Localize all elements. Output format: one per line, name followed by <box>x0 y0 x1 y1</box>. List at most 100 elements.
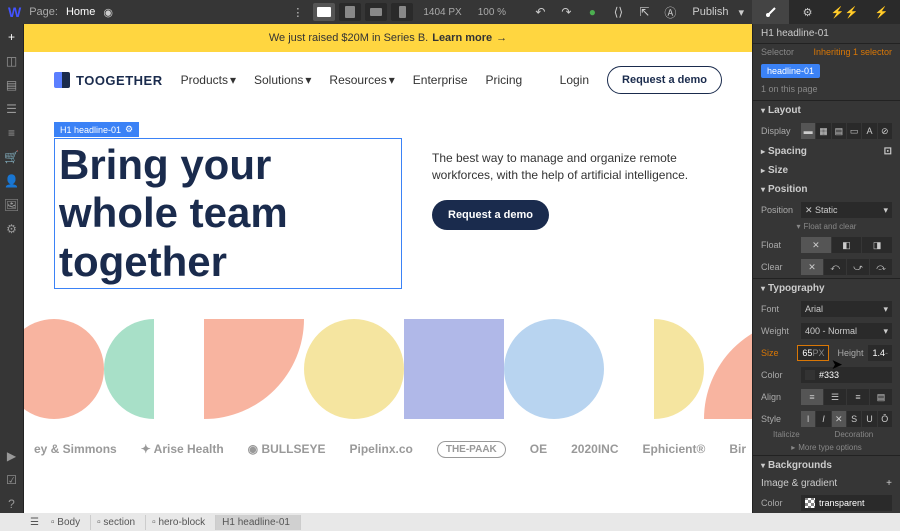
font-size-input[interactable]: 65PX <box>797 345 829 361</box>
headline-01[interactable]: Bring your whole team together <box>54 138 402 289</box>
weight-select[interactable]: 400 - Normal▾ <box>801 323 892 339</box>
float-right-button[interactable]: ◨ <box>862 237 892 253</box>
logo-text: TOOGETHER <box>76 73 163 88</box>
align-right-button[interactable]: ≡ <box>847 389 869 405</box>
more-icon[interactable]: ⋮ <box>286 6 309 19</box>
settings-icon[interactable]: ⚙ <box>3 220 21 238</box>
decoration-overline-button[interactable]: Ō <box>878 411 892 427</box>
request-demo-hero-button[interactable]: Request a demo <box>432 200 549 230</box>
eye-icon[interactable]: ◉ <box>103 6 113 19</box>
position-select[interactable]: ✕ Static▾ <box>801 202 892 218</box>
hero-block[interactable]: H1 headline-01 ⚙ Bring your whole team t… <box>24 108 752 299</box>
site-logo[interactable]: TOOGETHER <box>54 72 163 88</box>
canvas[interactable]: We just raised $20M in Series B. Learn m… <box>24 24 752 513</box>
nav-resources[interactable]: Resources ▾ <box>329 73 394 87</box>
canvas-zoom[interactable]: 100 % <box>472 7 512 18</box>
users-icon[interactable]: 👤 <box>3 172 21 190</box>
settings-panel-tab[interactable]: ⚙ <box>789 0 826 24</box>
align-left-button[interactable]: ≡ <box>801 389 823 405</box>
size-section-head[interactable]: Size <box>753 161 900 180</box>
cube-icon[interactable]: ◫ <box>3 52 21 70</box>
assets-icon[interactable]: 🖼 <box>3 196 21 214</box>
nav-pricing[interactable]: Pricing <box>486 73 523 87</box>
display-block-button[interactable]: ▬ <box>801 123 815 139</box>
nav-enterprise[interactable]: Enterprise <box>413 73 468 87</box>
position-section-head[interactable]: Position <box>753 180 900 199</box>
navigator-icon[interactable]: ☰ <box>3 100 21 118</box>
chevron-down-icon[interactable]: ▾ <box>738 6 750 19</box>
page-name[interactable]: Home <box>66 6 95 18</box>
selection-badge[interactable]: H1 headline-01 ⚙ <box>54 122 139 137</box>
export-icon[interactable]: ⇱ <box>632 0 656 24</box>
code-icon[interactable]: ⟨⟩ <box>606 0 630 24</box>
typography-section-head[interactable]: Typography <box>753 279 900 298</box>
style-italic-button[interactable]: I <box>816 411 830 427</box>
announcement-bar[interactable]: We just raised $20M in Series B. Learn m… <box>24 24 752 52</box>
align-justify-button[interactable]: ▤ <box>870 389 892 405</box>
layout-section-head[interactable]: Layout <box>753 101 900 120</box>
display-grid-button[interactable]: ▤ <box>832 123 846 139</box>
inheriting-text[interactable]: Inheriting 1 selector <box>813 47 892 57</box>
gear-icon[interactable]: ⚙ <box>125 124 133 135</box>
pages-icon[interactable]: ▤ <box>3 76 21 94</box>
bg-color-input[interactable]: transparent <box>801 495 892 511</box>
nav-products[interactable]: Products ▾ <box>181 73 236 87</box>
display-flex-button[interactable]: ▦ <box>816 123 830 139</box>
undo-icon[interactable]: ↶ <box>528 0 552 24</box>
nav-solutions[interactable]: Solutions ▾ <box>254 73 311 87</box>
spacing-section-head[interactable]: Spacing⊡ <box>753 142 900 161</box>
selector-label: Selector <box>761 47 794 57</box>
display-inline-button[interactable]: A <box>862 123 876 139</box>
clear-left-button[interactable]: ⤺ <box>824 259 846 275</box>
align-center-button[interactable]: ☰ <box>824 389 846 405</box>
crumb-hero-block[interactable]: ▫ hero-block <box>146 515 216 530</box>
cms-icon[interactable]: ≡ <box>3 124 21 142</box>
backgrounds-section-head[interactable]: Backgrounds <box>753 456 900 475</box>
support-icon[interactable]: ? <box>3 495 21 513</box>
style-regular-button[interactable]: I <box>801 411 815 427</box>
decoration-none-button[interactable]: ✕ <box>832 411 846 427</box>
crumb-body[interactable]: ▫ Body <box>45 515 91 530</box>
decoration-strike-button[interactable]: S <box>847 411 861 427</box>
font-select[interactable]: Arial▾ <box>801 301 892 317</box>
decoration-underline-button[interactable]: U <box>862 411 876 427</box>
add-icon[interactable]: + <box>886 478 892 489</box>
device-tablet-icon[interactable] <box>339 3 361 21</box>
login-link[interactable]: Login <box>560 73 589 87</box>
publish-button[interactable]: Publish <box>684 6 736 18</box>
float-left-button[interactable]: ◧ <box>832 237 862 253</box>
font-color-input[interactable]: #333 <box>801 367 892 383</box>
webflow-logo-icon[interactable]: W <box>8 4 21 20</box>
crumb-section[interactable]: ▫ section <box>91 515 146 530</box>
crumb-headline[interactable]: H1 headline-01 <box>216 515 301 530</box>
video-icon[interactable]: ▶ <box>3 447 21 465</box>
add-element-icon[interactable]: + <box>3 28 21 46</box>
float-none-button[interactable]: ✕ <box>801 237 831 253</box>
interactions-panel-tab[interactable]: ⚡⚡ <box>826 0 863 24</box>
request-demo-nav-button[interactable]: Request a demo <box>607 66 722 94</box>
help-icon[interactable]: ☑ <box>3 471 21 489</box>
device-tablet-landscape-icon[interactable] <box>365 3 387 21</box>
clear-right-button[interactable]: ⤻ <box>847 259 869 275</box>
audit-icon[interactable]: Ⓐ <box>658 0 682 24</box>
clear-none-button[interactable]: ✕ <box>801 259 823 275</box>
more-type-toggle[interactable]: More type options <box>791 443 862 452</box>
display-inline-block-button[interactable]: ▭ <box>847 123 861 139</box>
device-desktop-icon[interactable] <box>313 3 335 21</box>
style-panel-tab[interactable] <box>752 0 789 24</box>
navigator-toggle-icon[interactable]: ☰ <box>24 517 45 528</box>
class-tag[interactable]: headline-01 <box>761 64 820 78</box>
expand-icon[interactable]: ⊡ <box>884 146 892 157</box>
float-clear-toggle[interactable]: Float and clear <box>797 222 857 231</box>
check-icon[interactable]: ● <box>580 0 604 24</box>
announcement-link[interactable]: Learn more <box>432 32 492 44</box>
hero-subhead[interactable]: The best way to manage and organize remo… <box>432 150 722 184</box>
device-mobile-icon[interactable] <box>391 3 413 21</box>
line-height-input[interactable]: 1.4- <box>868 345 892 361</box>
effects-panel-tab[interactable]: ⚡ <box>863 0 900 24</box>
clear-both-button[interactable]: ⤼ <box>870 259 892 275</box>
canvas-width[interactable]: 1404 PX <box>417 7 467 18</box>
display-none-button[interactable]: ⊘ <box>878 123 892 139</box>
redo-icon[interactable]: ↷ <box>554 0 578 24</box>
ecommerce-icon[interactable]: 🛒 <box>3 148 21 166</box>
